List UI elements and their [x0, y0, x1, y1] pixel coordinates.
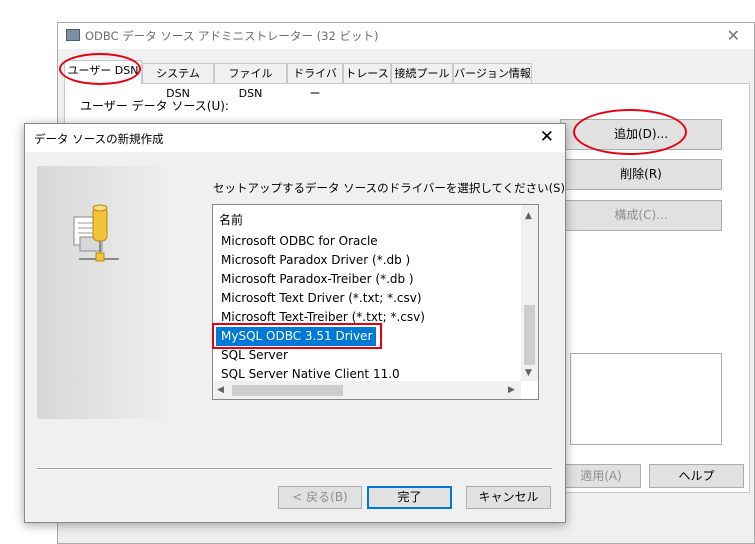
data-source-icon [73, 204, 119, 262]
odbc-window-title: ODBC データ ソース アドミニストレーター (32 ビット) [85, 29, 379, 43]
annotation-circle-user-dsn [59, 53, 141, 85]
tab-connection-pooling[interactable]: 接続プール [391, 63, 453, 83]
list-item-driver[interactable]: Microsoft ODBC for Oracle [213, 232, 521, 251]
scroll-left-icon[interactable]: ◀ [217, 385, 224, 395]
tab-about[interactable]: バージョン情報 [453, 63, 532, 83]
list-column-header-name[interactable]: 名前 [219, 211, 243, 228]
dialog-title: データ ソースの新規作成 [34, 132, 164, 146]
tab-file-dsn[interactable]: ファイル DSN [214, 63, 287, 100]
odbc-app-icon [66, 29, 80, 41]
help-button[interactable]: ヘルプ [649, 464, 744, 488]
horizontal-scrollbar-thumb[interactable] [232, 385, 343, 396]
scroll-up-icon[interactable]: ▲ [525, 211, 532, 221]
dialog-separator [37, 468, 552, 469]
apply-button[interactable]: 適用(A) [561, 464, 641, 488]
list-item-driver[interactable]: Microsoft Paradox Driver (*.db ) [213, 251, 521, 270]
odbc-close-icon[interactable]: ✕ [727, 26, 740, 45]
description-box [570, 353, 722, 445]
finish-button[interactable]: 完了 [367, 486, 452, 509]
annotation-circle-add [573, 109, 687, 155]
driver-list[interactable]: 名前 Microsoft ODBC for Oracle Microsoft P… [212, 204, 539, 400]
annotation-box-selected-driver [212, 323, 382, 349]
tab-tracing[interactable]: トレース [343, 63, 391, 83]
tab-drivers[interactable]: ドライバー [287, 63, 343, 100]
back-button[interactable]: < 戻る(B) [278, 486, 362, 509]
vertical-scrollbar-thumb[interactable] [524, 305, 535, 365]
driver-select-prompt: セットアップするデータ ソースのドライバーを選択してください(S) [213, 181, 565, 195]
dialog-close-icon[interactable]: ✕ [540, 127, 554, 147]
odbc-titlebar: ODBC データ ソース アドミニストレーター (32 ビット) ✕ [58, 23, 754, 49]
remove-button[interactable]: 削除(R) [560, 159, 722, 190]
dialog-titlebar: データ ソースの新規作成 ✕ [25, 124, 565, 152]
scroll-right-icon[interactable]: ▶ [508, 385, 515, 395]
list-item-driver[interactable]: Microsoft Text Driver (*.txt; *.csv) [213, 289, 521, 308]
scroll-down-icon[interactable]: ▼ [525, 368, 532, 378]
user-data-source-label: ユーザー データ ソース(U): [80, 99, 229, 113]
cancel-button[interactable]: キャンセル [466, 486, 551, 509]
configure-button[interactable]: 構成(C)... [560, 200, 722, 231]
tab-system-dsn[interactable]: システム DSN [142, 63, 214, 100]
wizard-side-panel [37, 166, 169, 419]
list-item-driver[interactable]: Microsoft Paradox-Treiber (*.db ) [213, 270, 521, 289]
